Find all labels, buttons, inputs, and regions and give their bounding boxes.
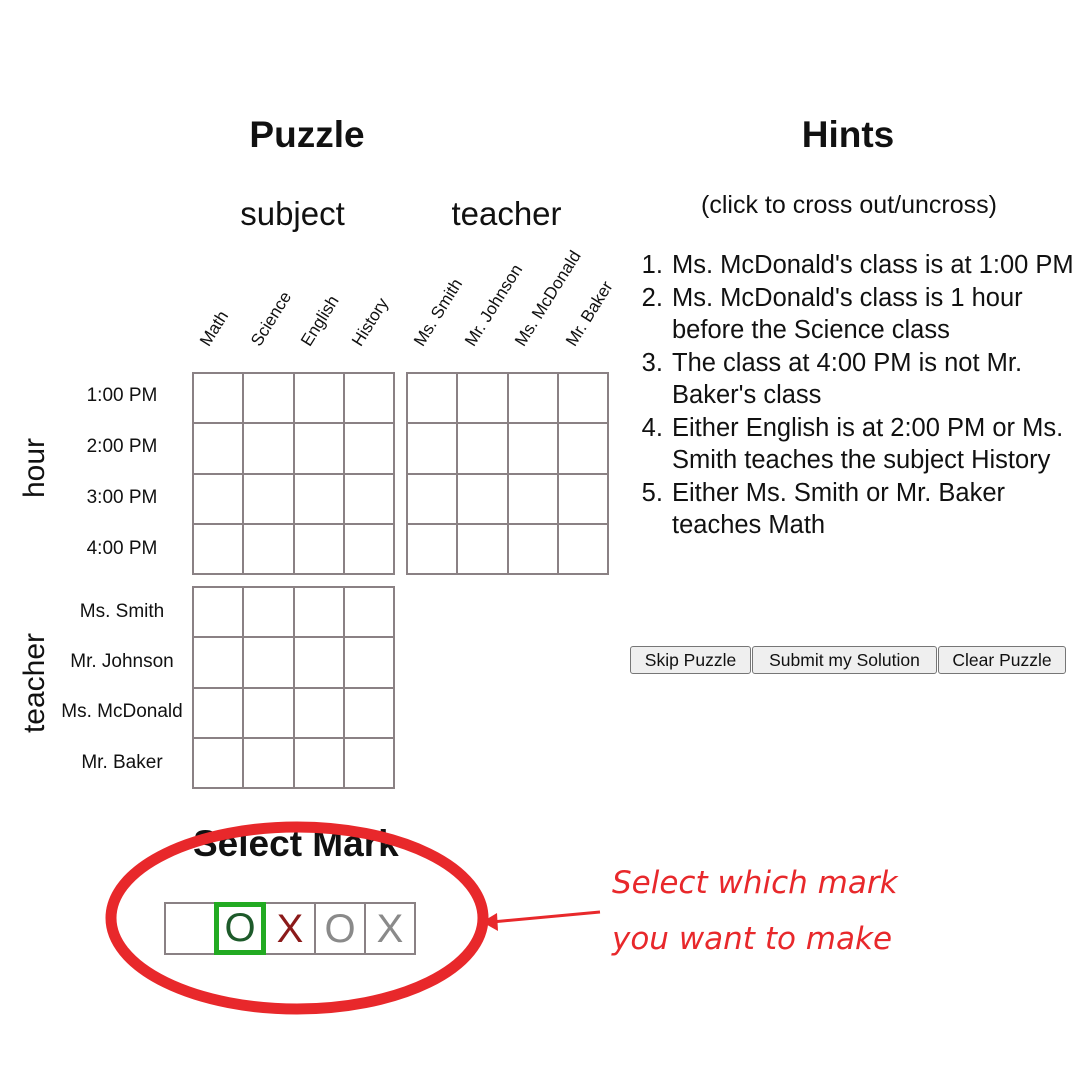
grid-cell[interactable] xyxy=(557,473,608,524)
annotation-text: Select which mark you want to make xyxy=(612,855,898,967)
grid-cell[interactable] xyxy=(457,473,508,524)
row-label-ms-smith: Ms. Smith xyxy=(79,601,165,622)
hint-item[interactable]: The class at 4:00 PM is not Mr. Baker's … xyxy=(670,347,1080,412)
grid-cell[interactable] xyxy=(243,423,294,474)
teacher-group-label: teacher xyxy=(451,195,562,232)
col-label-english: English xyxy=(297,292,343,350)
mark-gray-o[interactable]: O xyxy=(314,902,366,955)
hints-title: Hints xyxy=(801,114,895,155)
grid-cell[interactable] xyxy=(193,637,244,688)
submit-solution-button[interactable]: Submit my Solution xyxy=(752,646,937,674)
grid-cell[interactable] xyxy=(293,737,344,788)
mark-blank[interactable] xyxy=(164,902,216,955)
row-label-3pm: 3:00 PM xyxy=(86,487,158,508)
teacher-subject-grid xyxy=(192,586,395,789)
grid-cell[interactable] xyxy=(343,637,394,688)
grid-cell[interactable] xyxy=(343,737,394,788)
col-label-mr-baker: Mr. Baker xyxy=(562,277,617,350)
row-label-mr-baker: Mr. Baker xyxy=(81,752,163,773)
grid-cell[interactable] xyxy=(407,423,458,474)
grid-cell[interactable] xyxy=(343,373,394,424)
mark-red-x[interactable]: X xyxy=(264,902,316,955)
grid-cell[interactable] xyxy=(457,423,508,474)
col-label-science: Science xyxy=(247,288,296,350)
grid-cell[interactable] xyxy=(293,423,344,474)
arrow-head xyxy=(482,913,498,931)
subject-group-label: subject xyxy=(240,195,345,232)
row-label-ms-mcdonald: Ms. McDonald xyxy=(61,701,183,722)
grid-cell[interactable] xyxy=(193,373,244,424)
row-label-2pm: 2:00 PM xyxy=(86,436,158,457)
row-label-1pm: 1:00 PM xyxy=(86,385,158,406)
grid-cell[interactable] xyxy=(343,523,394,574)
hints-subtitle: (click to cross out/uncross) xyxy=(701,191,997,219)
grid-cell[interactable] xyxy=(293,637,344,688)
grid-cell[interactable] xyxy=(507,373,558,424)
hour-teacher-grid xyxy=(406,372,609,575)
grid-cell[interactable] xyxy=(293,587,344,638)
grid-cell[interactable] xyxy=(193,737,244,788)
grid-cell[interactable] xyxy=(507,473,558,524)
grid-cell[interactable] xyxy=(193,523,244,574)
grid-cell[interactable] xyxy=(507,423,558,474)
hints-list: Ms. McDonald's class is at 1:00 PM Ms. M… xyxy=(640,249,1080,542)
grid-cell[interactable] xyxy=(243,373,294,424)
hint-item[interactable]: Ms. McDonald's class is at 1:00 PM xyxy=(670,249,1080,282)
arrow-line xyxy=(491,910,601,924)
grid-cell[interactable] xyxy=(293,473,344,524)
grid-cell[interactable] xyxy=(407,473,458,524)
hour-subject-grid xyxy=(192,372,395,575)
grid-cell[interactable] xyxy=(457,373,508,424)
grid-cell[interactable] xyxy=(457,523,508,574)
grid-cell[interactable] xyxy=(243,473,294,524)
hint-item[interactable]: Ms. McDonald's class is 1 hour before th… xyxy=(670,282,1080,347)
annotation-line-2: you want to make xyxy=(612,921,893,957)
grid-cell[interactable] xyxy=(507,523,558,574)
hour-axis-label: hour xyxy=(18,437,51,499)
grid-cell[interactable] xyxy=(407,523,458,574)
grid-cell[interactable] xyxy=(243,587,294,638)
grid-cell[interactable] xyxy=(293,523,344,574)
hint-item[interactable]: Either Ms. Smith or Mr. Baker teaches Ma… xyxy=(670,477,1080,542)
grid-cell[interactable] xyxy=(557,423,608,474)
grid-cell[interactable] xyxy=(193,687,244,738)
grid-cell[interactable] xyxy=(343,423,394,474)
grid-cell[interactable] xyxy=(293,687,344,738)
row-label-mr-johnson: Mr. Johnson xyxy=(70,651,174,672)
select-mark-title: Select Mark xyxy=(193,823,399,864)
col-label-ms-smith: Ms. Smith xyxy=(410,275,467,350)
clear-puzzle-button[interactable]: Clear Puzzle xyxy=(938,646,1066,674)
grid-cell[interactable] xyxy=(243,737,294,788)
puzzle-title: Puzzle xyxy=(249,114,365,155)
mark-selector: O X O X xyxy=(164,902,416,955)
grid-cell[interactable] xyxy=(343,473,394,524)
hint-item[interactable]: Either English is at 2:00 PM or Ms. Smit… xyxy=(670,412,1080,477)
grid-cell[interactable] xyxy=(243,523,294,574)
mark-gray-x[interactable]: X xyxy=(364,902,416,955)
grid-cell[interactable] xyxy=(243,637,294,688)
skip-puzzle-button[interactable]: Skip Puzzle xyxy=(630,646,751,674)
grid-cell[interactable] xyxy=(293,373,344,424)
col-label-history: History xyxy=(348,294,393,350)
grid-cell[interactable] xyxy=(407,373,458,424)
grid-cell[interactable] xyxy=(557,523,608,574)
grid-cell[interactable] xyxy=(193,473,244,524)
grid-cell[interactable] xyxy=(243,687,294,738)
row-label-4pm: 4:00 PM xyxy=(86,538,158,559)
grid-cell[interactable] xyxy=(343,587,394,638)
grid-cell[interactable] xyxy=(193,423,244,474)
grid-cell[interactable] xyxy=(557,373,608,424)
mark-green-o[interactable]: O xyxy=(214,902,266,955)
col-label-math: Math xyxy=(196,307,233,350)
annotation-line-1: Select which mark xyxy=(612,865,898,901)
grid-cell[interactable] xyxy=(343,687,394,738)
grid-cell[interactable] xyxy=(193,587,244,638)
teacher-axis-label: teacher xyxy=(18,632,51,734)
